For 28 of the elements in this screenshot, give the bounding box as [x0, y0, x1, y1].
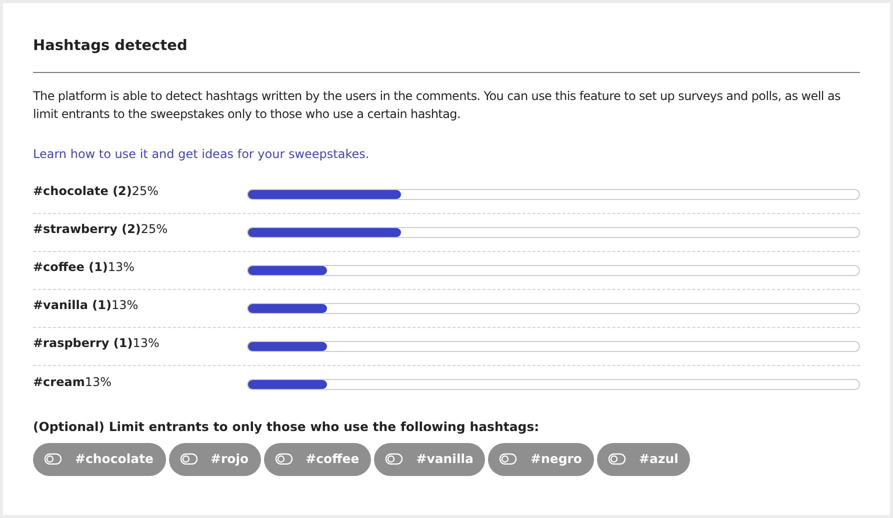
filter-label: (Optional) Limit entrants to only those who use the following hashtags:	[33, 418, 540, 436]
hashtag-toggle-chip[interactable]: #coffee	[264, 442, 372, 476]
hashtag-label: #raspberry (1)	[33, 335, 133, 352]
toggle-icon	[180, 453, 198, 465]
hashtag-label: #chocolate (2)	[33, 183, 132, 200]
help-link[interactable]: Learn how to use it and get ideas for your sweepstakes.	[33, 144, 370, 163]
hashtag-toggle-chip[interactable]: #rojo	[168, 442, 261, 476]
percent-text: 13%	[108, 259, 135, 276]
hashtag-label: #strawberry (2)	[33, 221, 141, 238]
percent-text: 25%	[140, 221, 168, 238]
hashtag-label: #coffee (1)	[33, 259, 108, 276]
hashtag-label: #vanilla (1)	[33, 297, 112, 314]
toggle-icon	[274, 453, 293, 465]
toggle-icon	[608, 453, 626, 465]
section-title: Hashtags detected	[33, 36, 860, 73]
percent-text: 13%	[132, 335, 160, 352]
hashtag-label: #cream	[33, 374, 85, 391]
percent-text: 13%	[84, 374, 112, 391]
percent-text: 13%	[111, 297, 138, 314]
toggle-icon	[44, 453, 62, 465]
hashtag-toggle-chip[interactable]: #chocolate	[33, 442, 166, 476]
hashtag-toggle-chip[interactable]: #azul	[597, 442, 690, 476]
hashtag-toggle-chip[interactable]: #vanilla	[374, 442, 486, 476]
percent-text: 25%	[132, 183, 159, 200]
toggle-icon	[499, 453, 518, 465]
hashtag-toggle-chip[interactable]: #negro	[488, 442, 594, 476]
description-text: The platform is able to detect hashtags written by the users in the comments. You can use this feature to set up surveys and polls, as well as limit entrants to the sweepstakes only to those who use a certain hashtag.	[33, 88, 842, 123]
toggle-icon	[385, 453, 404, 465]
